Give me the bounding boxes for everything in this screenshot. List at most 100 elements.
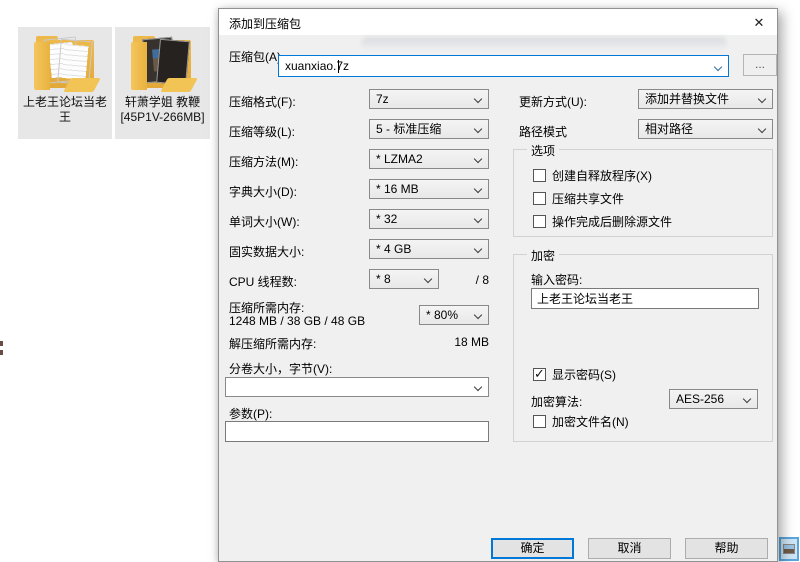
update-mode-value: 添加并替换文件 (645, 92, 729, 106)
method-select[interactable]: * LZMA2 (369, 149, 489, 169)
dialog-title: 添加到压缩包 (229, 15, 301, 32)
format-value: 7z (376, 92, 389, 106)
help-button[interactable]: 帮助 (685, 538, 768, 559)
chevron-down-icon (758, 125, 766, 133)
checkbox-icon (533, 192, 546, 205)
chevron-down-icon (474, 185, 482, 193)
checkbox-create-sfx[interactable]: 创建自释放程序(X) (533, 167, 652, 184)
browse-button[interactable]: ... (743, 54, 777, 76)
cpu-threads-value: * 8 (376, 272, 391, 286)
folder-front (34, 42, 50, 90)
memory-usage-select[interactable]: * 80% (419, 305, 489, 325)
checkbox-shared-files[interactable]: 压缩共享文件 (533, 190, 624, 207)
encryption-group-title: 加密 (527, 247, 559, 264)
chevron-down-icon (474, 125, 482, 133)
desktop-icon-folder-1[interactable]: 上老王论坛当老 王 (18, 27, 112, 139)
checkbox-delete-after-label: 操作完成后删除源文件 (552, 213, 672, 230)
dictionary-label: 字典大小(D): (229, 183, 297, 200)
folder-front (131, 42, 147, 90)
update-mode-label: 更新方式(U): (519, 93, 587, 110)
memory-usage-value: * 80% (426, 308, 458, 322)
folder-1-label: 上老王论坛当老 王 (18, 95, 112, 125)
chevron-down-icon (424, 275, 432, 283)
ok-button[interactable]: 确定 (491, 538, 574, 559)
chevron-down-icon (474, 383, 482, 391)
word-size-value: * 32 (376, 212, 397, 226)
folder-corner (63, 78, 100, 92)
solid-block-select[interactable]: * 4 GB (369, 239, 489, 259)
folder-1-label-line2: 王 (18, 110, 112, 125)
solid-block-value: * 4 GB (376, 242, 411, 256)
chevron-down-icon[interactable] (714, 63, 722, 71)
archive-name-value: xuanxiao.7z (285, 59, 349, 73)
dictionary-value: * 16 MB (376, 182, 419, 196)
checkbox-encrypt-names-label: 加密文件名(N) (552, 413, 629, 430)
update-mode-select[interactable]: 添加并替换文件 (638, 89, 773, 109)
encryption-method-label: 加密算法: (531, 393, 582, 410)
cpu-threads-max: / 8 (449, 273, 489, 287)
close-icon[interactable]: ✕ (749, 13, 769, 32)
chevron-down-icon (474, 245, 482, 253)
chevron-down-icon (743, 395, 751, 403)
folder-icon (33, 32, 97, 92)
checkbox-show-password-label: 显示密码(S) (552, 366, 616, 383)
cpu-threads-label: CPU 线程数: (229, 273, 297, 290)
format-label: 压缩格式(F): (229, 93, 296, 110)
blurred-region (361, 37, 727, 50)
level-select[interactable]: 5 - 标准压缩 (369, 119, 489, 139)
desktop-icon-folder-2[interactable]: 轩萧学姐 教鞭 [45P1V-266MB] (115, 27, 210, 139)
cancel-button[interactable]: 取消 (588, 538, 671, 559)
checkbox-shared-files-label: 压缩共享文件 (552, 190, 624, 207)
method-value: * LZMA2 (376, 152, 423, 166)
folder-icon (130, 32, 194, 92)
parameters-input[interactable] (225, 421, 489, 442)
chevron-down-icon (474, 215, 482, 223)
folder-2-label-line2: [45P1V-266MB] (115, 110, 210, 125)
level-value: 5 - 标准压缩 (376, 122, 441, 136)
parameters-label: 参数(P): (229, 405, 272, 422)
volume-size-label: 分卷大小，字节(V): (229, 360, 332, 377)
chevron-down-icon (758, 95, 766, 103)
checkbox-delete-after[interactable]: 操作完成后删除源文件 (533, 213, 672, 230)
chevron-down-icon (474, 155, 482, 163)
password-label: 输入密码: (531, 271, 582, 288)
chevron-down-icon (474, 311, 482, 319)
encryption-method-select[interactable]: AES-256 (669, 389, 758, 409)
checkbox-encrypt-names[interactable]: 加密文件名(N) (533, 413, 629, 430)
password-input[interactable]: 上老王论坛当老王 (531, 288, 759, 309)
checkbox-checked-icon (533, 368, 546, 381)
word-size-label: 单词大小(W): (229, 213, 300, 230)
encryption-method-value: AES-256 (676, 392, 724, 406)
memory-decompress-label: 解压缩所需内存: (229, 335, 316, 352)
edge-artifact (0, 341, 3, 346)
dialog-titlebar[interactable]: 添加到压缩包 ✕ (219, 9, 777, 35)
path-mode-value: 相对路径 (645, 122, 693, 136)
archive-name-input[interactable]: xuanxiao.7z (278, 55, 729, 77)
format-select[interactable]: 7z (369, 89, 489, 109)
volume-size-input[interactable] (225, 377, 489, 397)
desktop: 上老王论坛当老 王 轩萧学姐 教鞭 [45P1V-266MB] 添加到压缩包 ✕ (0, 0, 800, 562)
path-mode-select[interactable]: 相对路径 (638, 119, 773, 139)
checkbox-icon (533, 169, 546, 182)
password-value: 上老王论坛当老王 (537, 292, 633, 306)
cpu-threads-select[interactable]: * 8 (369, 269, 439, 289)
checkbox-show-password[interactable]: 显示密码(S) (533, 366, 616, 383)
word-size-select[interactable]: * 32 (369, 209, 489, 229)
checkbox-create-sfx-label: 创建自释放程序(X) (552, 167, 652, 184)
desktop-icon-picture[interactable] (779, 537, 799, 561)
options-group-title: 选项 (527, 142, 559, 159)
text-caret (338, 60, 339, 73)
method-label: 压缩方法(M): (229, 153, 298, 170)
solid-block-label: 固实数据大小: (229, 243, 304, 260)
checkbox-icon (533, 215, 546, 228)
folder-corner (160, 78, 197, 92)
dictionary-select[interactable]: * 16 MB (369, 179, 489, 199)
folder-1-label-line1: 上老王论坛当老 (18, 95, 112, 110)
level-label: 压缩等级(L): (229, 123, 295, 140)
memory-compress-detail: 1248 MB / 38 GB / 48 GB (229, 314, 365, 328)
folder-2-label-line1: 轩萧学姐 教鞭 (115, 95, 210, 110)
chevron-down-icon (474, 95, 482, 103)
checkbox-icon (533, 415, 546, 428)
picture-thumbnail-icon (783, 544, 795, 554)
add-to-archive-dialog: 添加到压缩包 ✕ 压缩包(A) xuanxiao.7z ... 压缩格式(F):… (218, 8, 778, 562)
